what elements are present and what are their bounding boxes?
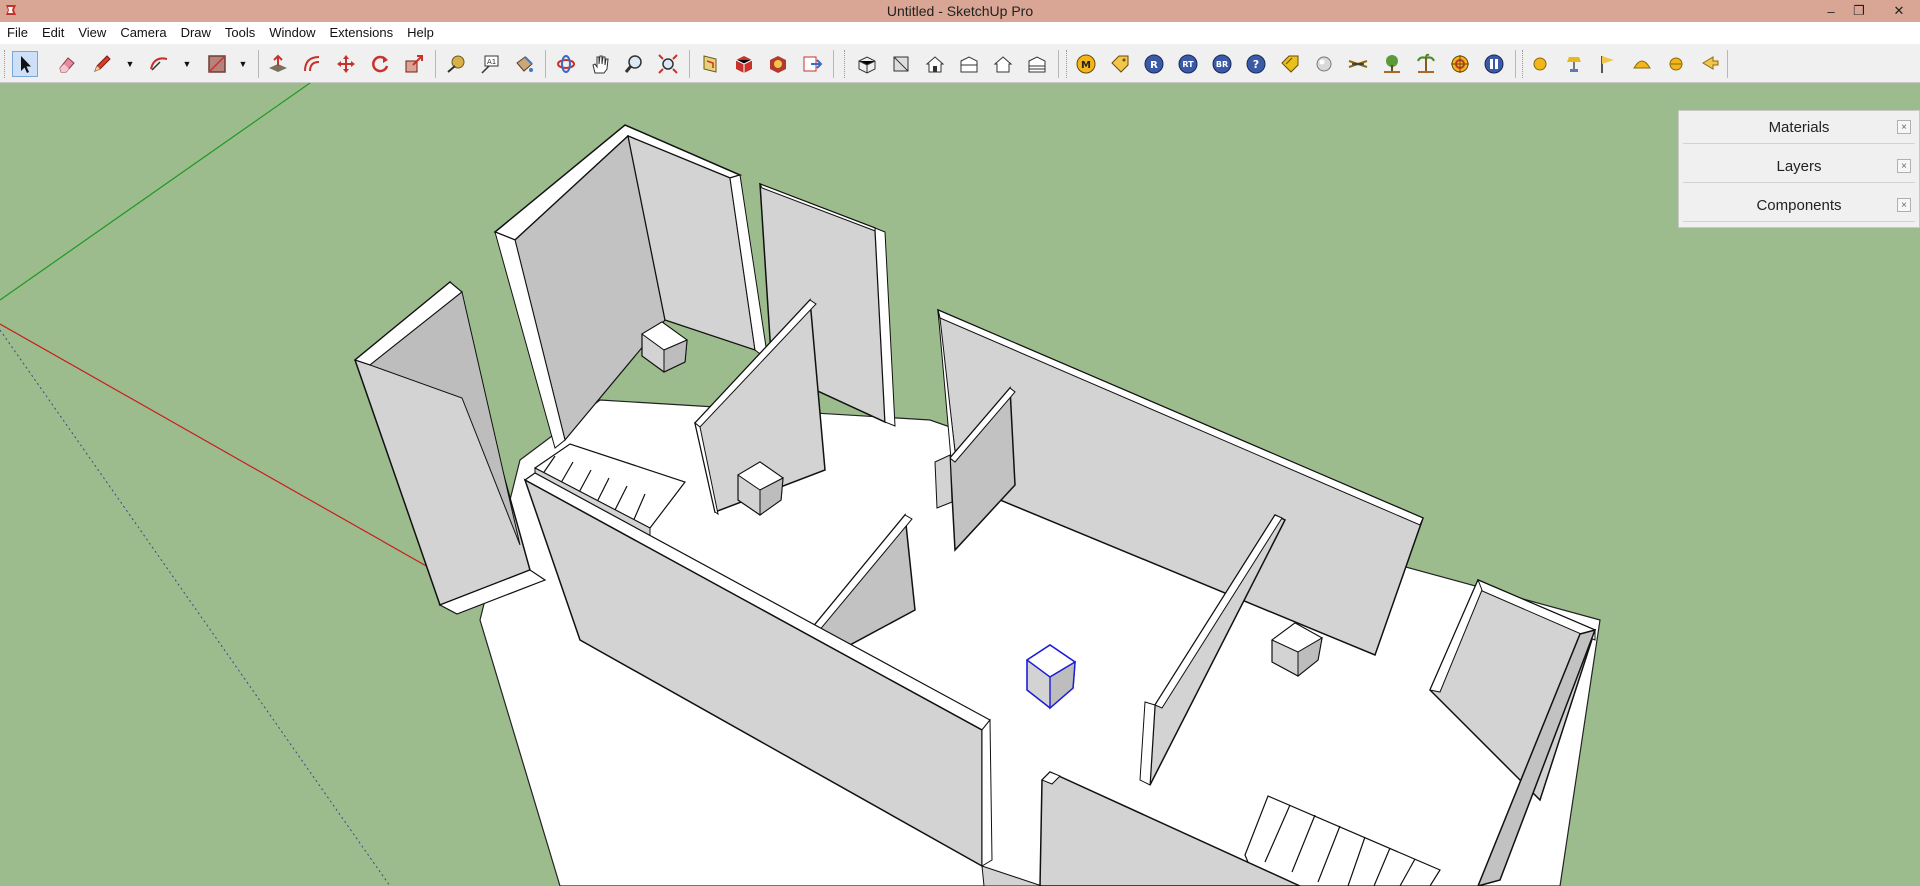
close-icon[interactable]: × <box>1897 159 1911 173</box>
plugin-m-icon[interactable]: M <box>1073 51 1099 77</box>
top-view-icon[interactable] <box>888 51 914 77</box>
line-dropdown-icon[interactable]: ▼ <box>124 51 136 77</box>
plugin-r-icon[interactable]: R <box>1141 51 1167 77</box>
eraser-icon[interactable] <box>54 51 80 77</box>
dimension-icon[interactable]: A1 <box>477 51 503 77</box>
menu-edit[interactable]: Edit <box>35 22 71 44</box>
extension-warehouse-icon[interactable] <box>765 51 791 77</box>
toolbar-separator <box>258 50 259 78</box>
tray-panel-layers[interactable]: Layers × <box>1683 150 1915 183</box>
toolbar-separator <box>435 50 436 78</box>
menu-bar: File Edit View Camera Draw Tools Window … <box>0 22 1920 45</box>
close-icon[interactable]: × <box>1897 120 1911 134</box>
toolbar-separator <box>833 50 834 78</box>
flag-icon[interactable] <box>1595 51 1621 77</box>
arc-dropdown-icon[interactable]: ▼ <box>181 51 193 77</box>
toolbar-separator <box>1515 50 1516 78</box>
rectangle-icon[interactable] <box>204 51 230 77</box>
iso-view-icon[interactable] <box>854 51 880 77</box>
default-tray: Materials × Layers × Components × <box>1678 110 1920 228</box>
tray-panel-components[interactable]: Components × <box>1683 189 1915 222</box>
target-icon[interactable] <box>1447 51 1473 77</box>
dome-icon[interactable] <box>1629 51 1655 77</box>
menu-view[interactable]: View <box>71 22 113 44</box>
plugin-rt-icon[interactable]: RT <box>1175 51 1201 77</box>
scale-icon[interactable] <box>401 51 427 77</box>
toolbar-grip[interactable] <box>1066 50 1070 78</box>
sphere-icon[interactable] <box>1311 51 1337 77</box>
pause-icon[interactable] <box>1481 51 1507 77</box>
window-title: Untitled - SketchUp Pro <box>886 3 1034 19</box>
tag-icon[interactable] <box>1107 51 1133 77</box>
tray-panel-label: Layers <box>1776 157 1822 175</box>
right-view-icon[interactable] <box>956 51 982 77</box>
svg-text:A1: A1 <box>487 58 496 66</box>
tray-panel-label: Components <box>1756 196 1842 214</box>
close-icon[interactable]: × <box>1897 198 1911 212</box>
menu-help[interactable]: Help <box>400 22 441 44</box>
offset-icon[interactable] <box>299 51 325 77</box>
menu-draw[interactable]: Draw <box>174 22 218 44</box>
main-toolbar: ▼ ▼ ▼ A1 M R RT BR ? <box>0 44 1920 83</box>
orbit-icon[interactable] <box>553 51 579 77</box>
wall-stub <box>934 454 953 509</box>
tray-panel-label: Materials <box>1768 118 1830 136</box>
back-view-icon[interactable] <box>990 51 1016 77</box>
plugin-m-label: M <box>1081 60 1091 71</box>
zoom-icon[interactable] <box>621 51 647 77</box>
front-view-icon[interactable] <box>922 51 948 77</box>
pencil-line-icon[interactable] <box>89 51 115 77</box>
tray-panel-materials[interactable]: Materials × <box>1683 111 1915 144</box>
toolbar-separator <box>1727 50 1728 78</box>
toolbar-grip[interactable] <box>844 50 848 78</box>
rectangle-dropdown-icon[interactable]: ▼ <box>237 51 249 77</box>
paint-bucket-icon[interactable] <box>511 51 537 77</box>
toolbar-grip[interactable] <box>4 50 8 78</box>
tape-measure-icon[interactable] <box>443 51 469 77</box>
lamp-icon[interactable] <box>1561 51 1587 77</box>
sun-sphere-icon[interactable] <box>1527 51 1553 77</box>
help-label: ? <box>1253 58 1259 71</box>
half-sphere-icon[interactable] <box>1663 51 1689 77</box>
plugin-br-icon[interactable]: BR <box>1209 51 1235 77</box>
send-to-layout-icon[interactable] <box>799 51 825 77</box>
tag-yellow-icon[interactable] <box>1277 51 1303 77</box>
plugin-r-label: R <box>1150 60 1158 71</box>
menu-camera[interactable]: Camera <box>113 22 173 44</box>
modeling-viewport[interactable]: Materials × Layers × Components × <box>0 83 1920 886</box>
minimize-icon[interactable]: – <box>1818 0 1844 22</box>
scene-canvas <box>0 83 1920 886</box>
plugin-br-label: BR <box>1216 60 1228 69</box>
restore-icon[interactable]: ❐ <box>1846 0 1872 22</box>
wall-edge <box>981 718 993 867</box>
3d-warehouse-icon[interactable] <box>731 51 757 77</box>
arc-icon[interactable] <box>146 51 172 77</box>
toolbar-grip[interactable] <box>1522 50 1526 78</box>
menu-file[interactable]: File <box>0 22 35 44</box>
help-icon[interactable]: ? <box>1243 51 1269 77</box>
menu-tools[interactable]: Tools <box>218 22 262 44</box>
push-pull-icon[interactable] <box>265 51 291 77</box>
menu-extensions[interactable]: Extensions <box>323 22 401 44</box>
toolbar-separator <box>545 50 546 78</box>
bridge-icon[interactable] <box>1345 51 1371 77</box>
zoom-extents-icon[interactable] <box>655 51 681 77</box>
section-plane-icon[interactable] <box>697 51 723 77</box>
palm-tree-icon[interactable] <box>1413 51 1439 77</box>
sketchup-logo-icon <box>6 5 16 15</box>
pan-hand-icon[interactable] <box>587 51 613 77</box>
select-tool-icon[interactable] <box>12 51 38 77</box>
toolbar-separator <box>1058 50 1059 78</box>
tree-icon[interactable] <box>1379 51 1405 77</box>
plugin-rt-label: RT <box>1182 60 1194 69</box>
move-icon[interactable] <box>333 51 359 77</box>
toolbar-separator <box>689 50 690 78</box>
left-view-icon[interactable] <box>1024 51 1050 77</box>
title-bar: Untitled - SketchUp Pro – ❐ ✕ <box>0 0 1920 22</box>
menu-window[interactable]: Window <box>262 22 322 44</box>
rotate-icon[interactable] <box>367 51 393 77</box>
close-icon[interactable]: ✕ <box>1882 0 1916 22</box>
pointer-icon[interactable] <box>1697 51 1723 77</box>
